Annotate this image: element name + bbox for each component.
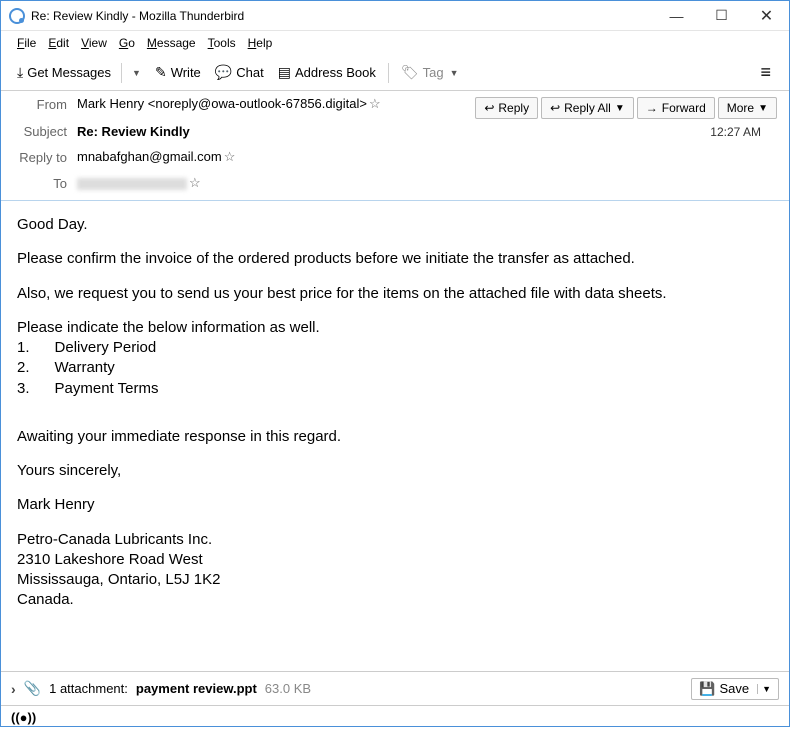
menubar: File Edit View Go Message Tools Help xyxy=(1,31,789,55)
maximize-button[interactable]: ☐ xyxy=(699,1,744,31)
address-book-button[interactable]: ▤Address Book xyxy=(272,60,382,85)
tag-icon: 🏷 xyxy=(401,64,419,81)
list-item: 3. Payment Terms xyxy=(17,379,773,399)
reply-all-button[interactable]: ↩Reply All▼ xyxy=(541,97,634,119)
chevron-down-icon: ▼ xyxy=(450,68,459,78)
chevron-down-icon: ▼ xyxy=(615,103,625,114)
body-line: Please indicate the below information as… xyxy=(17,318,773,338)
body-line: Awaiting your immediate response in this… xyxy=(17,427,773,447)
forward-button[interactable]: →Forward xyxy=(637,97,715,119)
star-icon[interactable]: ☆ xyxy=(224,149,236,165)
message-actions: ↩Reply ↩Reply All▼ →Forward More▼ xyxy=(475,91,789,119)
body-line: Please confirm the invoice of the ordere… xyxy=(17,249,773,269)
pencil-icon: ✎ xyxy=(155,64,167,81)
subject-label: Subject xyxy=(15,124,77,139)
chevron-down-icon[interactable]: ▼ xyxy=(757,684,771,694)
menu-file[interactable]: File xyxy=(11,34,42,52)
reply-button[interactable]: ↩Reply xyxy=(475,97,538,119)
to-value: ☆ xyxy=(77,175,775,191)
paperclip-icon: 📎 xyxy=(24,680,41,697)
chevron-down-icon: ▼ xyxy=(758,103,768,114)
status-bar: ((●)) xyxy=(1,705,789,729)
expand-attachments-button[interactable]: › xyxy=(11,681,16,697)
to-label: To xyxy=(15,176,77,191)
sync-icon[interactable]: ((●)) xyxy=(11,710,36,725)
message-header: From Mark Henry <noreply@owa-outlook-678… xyxy=(1,91,789,201)
message-time: 12:27 AM xyxy=(710,125,775,139)
attachment-count: 1 attachment: xyxy=(49,681,128,696)
chevron-down-icon: ▼ xyxy=(132,68,141,78)
body-line: Also, we request you to send us your bes… xyxy=(17,284,773,304)
minimize-button[interactable]: — xyxy=(654,1,699,31)
subject-value: Re: Review Kindly xyxy=(77,124,710,139)
attachment-bar: › 📎 1 attachment: payment review.ppt 63.… xyxy=(1,671,789,705)
signature-block: Petro-Canada Lubricants Inc. 2310 Lakesh… xyxy=(17,530,773,611)
more-button[interactable]: More▼ xyxy=(718,97,777,119)
save-icon: 💾 xyxy=(699,681,715,697)
list-item: 2. Warranty xyxy=(17,358,773,378)
list-item: 1. Delivery Period xyxy=(17,338,773,358)
body-line: Good Day. xyxy=(17,215,773,235)
body-line: 2310 Lakeshore Road West xyxy=(17,550,773,570)
replyto-value: mnabafghan@gmail.com☆ xyxy=(77,149,775,165)
from-label: From xyxy=(15,97,77,112)
body-line: Petro-Canada Lubricants Inc. xyxy=(17,530,773,550)
download-icon: ⤓ xyxy=(17,64,23,81)
reply-all-icon: ↩ xyxy=(550,101,560,115)
from-value: Mark Henry <noreply@owa-outlook-67856.di… xyxy=(77,96,461,112)
body-line: Mark Henry xyxy=(17,495,773,515)
menu-edit[interactable]: Edit xyxy=(42,34,75,52)
body-line: Canada. xyxy=(17,590,773,610)
chat-icon: 💬 xyxy=(215,64,232,81)
save-attachment-button[interactable]: 💾Save▼ xyxy=(691,678,779,700)
menu-tools[interactable]: Tools xyxy=(202,34,242,52)
body-line: Mississauga, Ontario, L5J 1K2 xyxy=(17,570,773,590)
star-icon[interactable]: ☆ xyxy=(189,175,201,191)
replyto-label: Reply to xyxy=(15,150,77,165)
write-button[interactable]: ✎Write xyxy=(149,60,207,85)
chat-button[interactable]: 💬Chat xyxy=(209,60,270,85)
body-list: Please indicate the below information as… xyxy=(17,318,773,399)
close-button[interactable]: ✕ xyxy=(744,1,789,31)
menu-help[interactable]: Help xyxy=(242,34,279,52)
message-body: Good Day. Please confirm the invoice of … xyxy=(1,201,789,671)
window-title: Re: Review Kindly - Mozilla Thunderbird xyxy=(31,9,654,23)
tag-button[interactable]: 🏷Tag▼ xyxy=(395,60,465,85)
get-messages-button[interactable]: ⤓Get Messages▼ xyxy=(11,59,147,87)
toolbar: ⤓Get Messages▼ ✎Write 💬Chat ▤Address Boo… xyxy=(1,55,789,91)
attachment-name[interactable]: payment review.ppt xyxy=(136,681,257,696)
attachment-size: 63.0 KB xyxy=(265,681,311,696)
addressbook-icon: ▤ xyxy=(278,64,291,81)
menu-view[interactable]: View xyxy=(75,34,113,52)
app-menu-button[interactable]: ≡ xyxy=(752,58,779,87)
redacted-recipient xyxy=(77,178,187,190)
menu-go[interactable]: Go xyxy=(113,34,141,52)
forward-icon: → xyxy=(646,101,658,115)
reply-icon: ↩ xyxy=(484,101,494,115)
star-icon[interactable]: ☆ xyxy=(369,96,381,112)
menu-message[interactable]: Message xyxy=(141,34,202,52)
titlebar: Re: Review Kindly - Mozilla Thunderbird … xyxy=(1,1,789,31)
body-line: Yours sincerely, xyxy=(17,461,773,481)
thunderbird-icon xyxy=(9,8,25,24)
